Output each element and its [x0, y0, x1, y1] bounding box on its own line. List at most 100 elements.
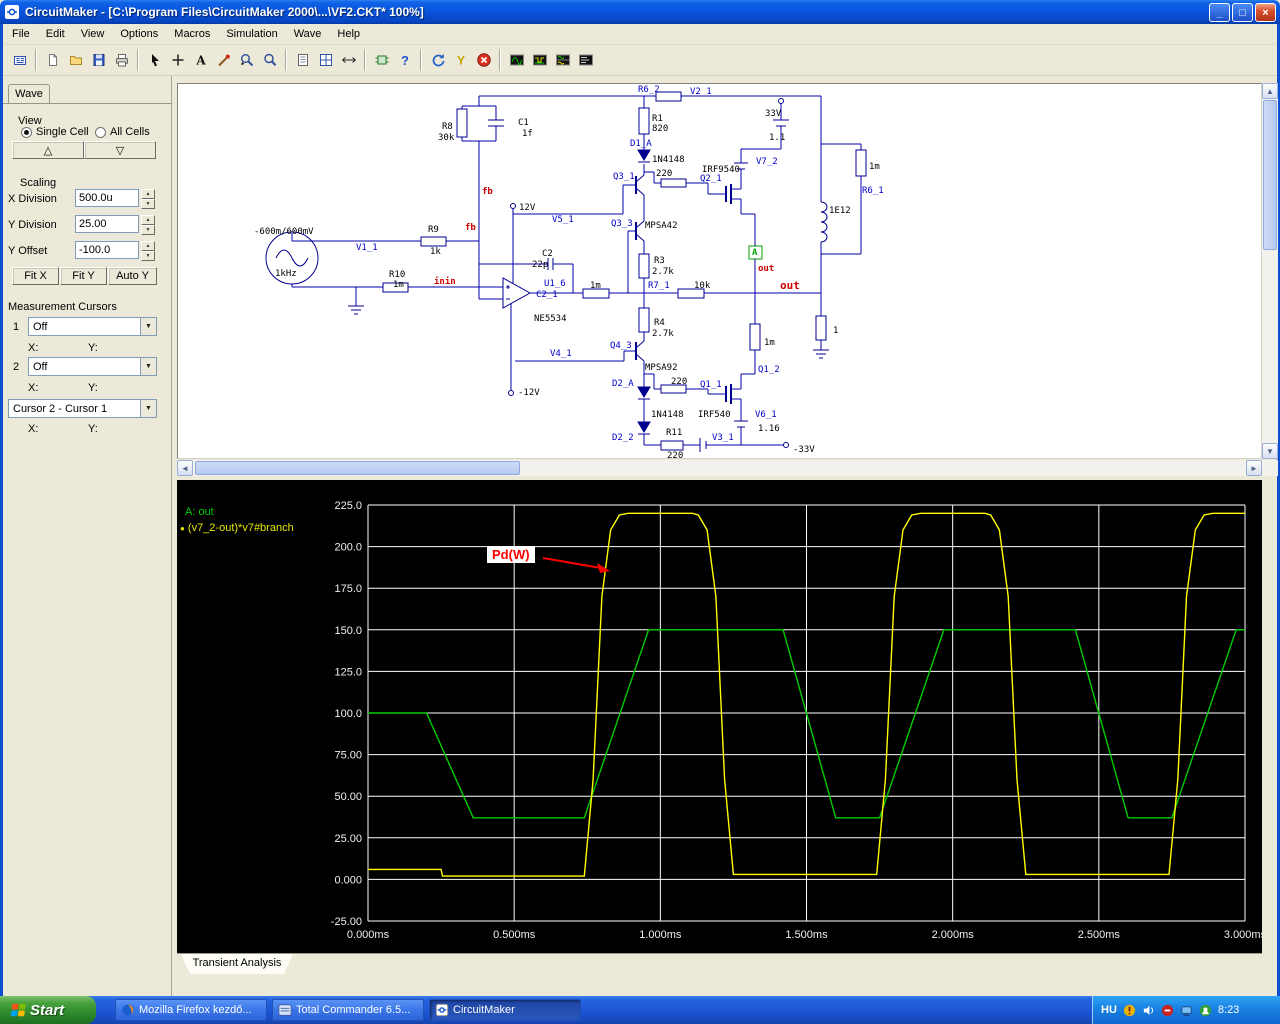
tray-antivirus-icon[interactable] — [1161, 1004, 1174, 1017]
schematic-label: -33V — [793, 445, 815, 455]
wire-tool-button[interactable] — [166, 49, 189, 72]
cursor-diff-dropdown[interactable]: Cursor 2 - Cursor 1 ▼ — [8, 399, 157, 418]
tab-transient-analysis[interactable]: Transient Analysis — [181, 954, 293, 974]
rerun-simulation-button[interactable] — [426, 49, 449, 72]
language-indicator[interactable]: HU — [1101, 1004, 1117, 1016]
pd-annotation: Pd(W) — [487, 546, 535, 563]
dropdown-arrow-icon[interactable]: ▼ — [140, 400, 156, 417]
stop-simulation-button[interactable] — [472, 49, 495, 72]
menu-simulation[interactable]: Simulation — [218, 26, 285, 42]
fit-x-button[interactable]: Fit X — [12, 267, 59, 285]
schematic-area[interactable]: R6_2 V2_1 33V R1 820 C1 1f R8 30k 1.1 D1_A 1N4148 IR… — [177, 83, 1262, 461]
y-offset-spinner[interactable]: ▲ ▼ — [141, 241, 155, 261]
menu-macros[interactable]: Macros — [166, 26, 218, 42]
auto-y-button[interactable]: Auto Y — [108, 267, 157, 285]
parts-browser-button[interactable] — [8, 49, 31, 72]
cell-up-button[interactable]: △ — [12, 141, 84, 159]
x-division-input[interactable] — [75, 189, 139, 207]
new-file-button[interactable] — [41, 49, 64, 72]
taskbar-task-circuitmaker[interactable]: CircuitMaker — [429, 999, 581, 1021]
tab-wave[interactable]: Wave — [8, 84, 50, 104]
y-division-input[interactable] — [75, 215, 139, 233]
schematic-label: 1 — [833, 326, 838, 336]
scope-split-button[interactable] — [551, 49, 574, 72]
schematic-label: 1f — [522, 129, 533, 139]
radio-all-cells-label[interactable]: All Cells — [110, 126, 150, 138]
trace-setup-button[interactable]: Y — [449, 49, 472, 72]
maximize-button[interactable]: □ — [1232, 3, 1253, 22]
menu-file[interactable]: File — [4, 26, 38, 42]
select-tool-button[interactable] — [143, 49, 166, 72]
y-offset-input[interactable] — [75, 241, 139, 259]
schematic-label: V4_1 — [550, 349, 572, 359]
text-tool-button[interactable]: A — [189, 49, 212, 72]
menu-help[interactable]: Help — [329, 26, 368, 42]
fit-view-button[interactable] — [337, 49, 360, 72]
total-commander-icon — [278, 1004, 292, 1016]
probe-tool-button[interactable] — [212, 49, 235, 72]
zoom-tool-button[interactable] — [258, 49, 281, 72]
inductor-1E12 — [820, 201, 828, 243]
minimize-button[interactable]: _ — [1209, 3, 1230, 22]
wave-control-panel: Wave View Single Cell All Cells △ ▽ Scal… — [3, 76, 172, 996]
print-button[interactable] — [110, 49, 133, 72]
x-division-spinner[interactable]: ▲ ▼ — [141, 189, 155, 209]
taskbar-task-firefox[interactable]: Mozilla Firefox kezdő... — [115, 999, 267, 1021]
radio-all-cells[interactable] — [95, 127, 106, 138]
title-bar[interactable]: CircuitMaker - [C:\Program Files\Circuit… — [0, 0, 1280, 24]
menu-options[interactable]: Options — [112, 26, 166, 42]
hscroll-thumb[interactable] — [195, 461, 520, 475]
schematic-label: V3_1 — [712, 433, 734, 443]
tray-messenger-icon[interactable] — [1199, 1004, 1212, 1017]
x-tick-label: 1.000ms — [639, 929, 682, 941]
radio-single-cell-label[interactable]: Single Cell — [36, 126, 89, 138]
scope-multi-button[interactable] — [528, 49, 551, 72]
grid-view-icon — [319, 54, 332, 66]
page-view-button[interactable] — [291, 49, 314, 72]
open-file-button[interactable] — [64, 49, 87, 72]
schematic-canvas[interactable]: R6_2 V2_133VR1820C11fR830k 1.1D1_A1N4148IR… — [178, 84, 1261, 461]
schematic-hscrollbar[interactable]: ◄ ► — [177, 460, 1262, 476]
resistor-R11 — [660, 440, 684, 451]
start-button[interactable]: Start — [0, 996, 96, 1024]
cursor2-dropdown[interactable]: Off ▼ — [28, 357, 157, 376]
schematic-vscrollbar[interactable]: ▲ ▼ — [1262, 83, 1278, 459]
waveform-canvas[interactable]: 225.0 200.0 175.0 150.0 125.0 100.0 75.00 50.00… — [177, 480, 1267, 953]
zoom-window-tool-button[interactable] — [235, 49, 258, 72]
schematic-label: V5_1 — [552, 215, 574, 225]
menu-view[interactable]: View — [73, 26, 113, 42]
schematic-label: 22p — [532, 260, 548, 270]
menu-bar: File Edit View Options Macros Simulation Wave H… — [0, 24, 1280, 45]
dropdown-arrow-icon[interactable]: ▼ — [140, 318, 156, 335]
save-file-button[interactable] — [87, 49, 110, 72]
menu-wave[interactable]: Wave — [286, 26, 330, 42]
schematic-label: A — [752, 248, 758, 258]
schematic-label: 1k — [430, 247, 441, 257]
schematic-label: Q3_1 — [613, 172, 635, 182]
y-division-spinner[interactable]: ▲ ▼ — [141, 215, 155, 235]
grid-view-button[interactable] — [314, 49, 337, 72]
tray-volume-icon[interactable] — [1142, 1004, 1155, 1017]
taskbar-task-totalcommander[interactable]: Total Commander 6.5... — [272, 999, 424, 1021]
scope-xy-button[interactable] — [505, 49, 528, 72]
radio-single-cell[interactable] — [21, 127, 32, 138]
menu-edit[interactable]: Edit — [38, 26, 73, 42]
y-tick-label: 50.00 — [334, 791, 362, 803]
print-icon — [115, 54, 128, 67]
help-button[interactable]: ? — [393, 49, 416, 72]
fit-y-button[interactable]: Fit Y — [60, 267, 107, 285]
tray-network-icon[interactable] — [1180, 1004, 1193, 1017]
dropdown-arrow-icon[interactable]: ▼ — [140, 358, 156, 375]
svg-text:Y: Y — [456, 54, 464, 68]
schematic-label: R4 — [654, 318, 665, 328]
tray-alert-icon[interactable] — [1123, 1004, 1136, 1017]
waveform-area[interactable]: 225.0 200.0 175.0 150.0 125.0 100.0 75.00 50.00… — [177, 480, 1267, 953]
vscroll-thumb[interactable] — [1263, 100, 1277, 250]
cursor1-dropdown[interactable]: Off ▼ — [28, 317, 157, 336]
schematic-label: 1kHz — [275, 269, 297, 279]
clock[interactable]: 8:23 — [1218, 1004, 1239, 1016]
scope-params-button[interactable] — [574, 49, 597, 72]
cell-down-button[interactable]: ▽ — [84, 141, 156, 159]
digital-chip-button[interactable] — [370, 49, 393, 72]
close-button[interactable]: × — [1255, 3, 1276, 22]
